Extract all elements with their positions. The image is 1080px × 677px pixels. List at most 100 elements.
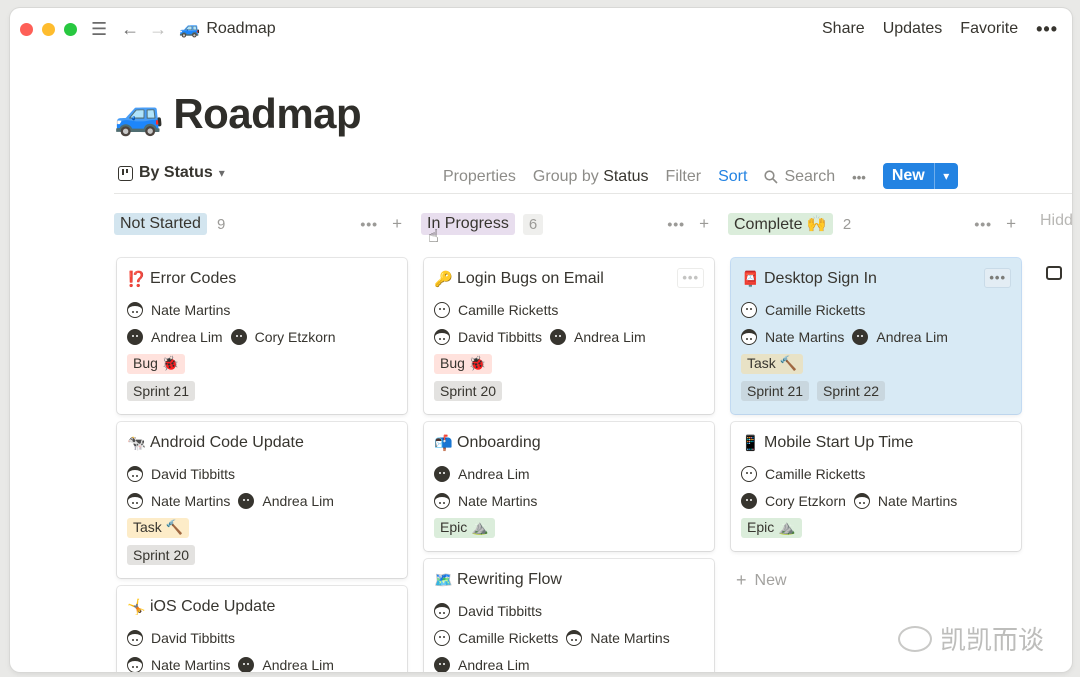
card-emoji-icon: 🔑 bbox=[434, 271, 453, 288]
type-tag: Epic ⛰️ bbox=[741, 517, 802, 538]
card[interactable]: 📬 Onboarding Andrea Lim Nate Martins Epi… bbox=[424, 422, 714, 551]
avatar-icon bbox=[741, 465, 757, 482]
person-name: Camille Ricketts bbox=[458, 301, 559, 318]
sprint-tag: Sprint 20 bbox=[434, 380, 503, 401]
view-options: Properties Group by Status Filter Sort S… bbox=[443, 163, 975, 189]
card-more-icon[interactable]: ••• bbox=[984, 268, 1011, 288]
card[interactable]: ••• 🔑 Login Bugs on Email Camille Ricket… bbox=[424, 258, 714, 414]
type-row: Bug 🐞 bbox=[127, 350, 397, 377]
avatar-icon bbox=[434, 465, 450, 482]
person: David Tibbitts bbox=[127, 629, 236, 646]
column-actions: ••• + bbox=[360, 212, 402, 236]
back-arrow-icon[interactable]: ← bbox=[121, 19, 139, 40]
assignee-row: Nate Martins Andrea Lim bbox=[127, 487, 397, 514]
sort-button[interactable]: Sort bbox=[718, 168, 747, 186]
updates-button[interactable]: Updates bbox=[883, 20, 943, 38]
watermark: 凯凯而谈 bbox=[898, 620, 1044, 657]
card-emoji-icon: 📬 bbox=[434, 435, 453, 452]
column-count: 9 bbox=[216, 215, 226, 233]
card-emoji-icon: 🗺️ bbox=[434, 572, 453, 589]
sprint-tag: Sprint 22 bbox=[817, 380, 886, 401]
new-button[interactable]: New ▾ bbox=[882, 163, 958, 189]
assignee-row: Nate Martins bbox=[127, 296, 397, 323]
person-name: Cory Etzkorn bbox=[254, 328, 336, 345]
sprint-row: Sprint 20 bbox=[127, 541, 397, 568]
avatar-icon bbox=[550, 328, 567, 345]
share-button[interactable]: Share bbox=[822, 20, 865, 38]
column-actions: ••• + bbox=[974, 212, 1016, 236]
card-title: 📱 Mobile Start Up Time bbox=[741, 432, 1011, 454]
person-name: Camille Ricketts bbox=[765, 465, 866, 482]
add-new-card-button[interactable]: + New bbox=[736, 570, 787, 591]
filter-button[interactable]: Filter bbox=[666, 168, 702, 186]
view-switcher[interactable]: By Status ▾ bbox=[118, 164, 225, 182]
assignee-row: Camille Ricketts Nate Martins bbox=[434, 624, 704, 651]
page-title-emoji-icon[interactable]: 🚙 bbox=[114, 91, 164, 138]
add-card-icon[interactable]: + bbox=[392, 214, 402, 234]
assignee-row: Andrea Lim bbox=[434, 651, 704, 672]
column-more-icon[interactable]: ••• bbox=[974, 216, 992, 232]
group-by-button[interactable]: Group by Status bbox=[533, 168, 649, 186]
type-row: Bug 🐞 bbox=[434, 350, 704, 377]
breadcrumb[interactable]: 🚙 Roadmap bbox=[179, 19, 276, 39]
view-more-icon[interactable]: ••• bbox=[852, 170, 866, 185]
column-in-progress: In Progress 6 ••• + ••• 🔑 Login Bugs on … bbox=[421, 212, 714, 672]
card[interactable]: 🤸 iOS Code Update David Tibbitts Nate Ma… bbox=[117, 586, 407, 672]
close-window-button[interactable] bbox=[20, 22, 33, 36]
column-header: Not Started 9 ••• + bbox=[114, 212, 406, 236]
title-bar: ☰ ← → 🚙 Roadmap Share Updates Favorite •… bbox=[10, 8, 1072, 50]
assignee-row: David Tibbitts Andrea Lim bbox=[434, 323, 704, 350]
status-tag[interactable]: Not Started bbox=[114, 213, 207, 235]
avatar-icon bbox=[434, 328, 450, 345]
sprint-tag: Sprint 21 bbox=[741, 380, 810, 401]
status-tag[interactable]: Complete 🙌 bbox=[728, 213, 833, 235]
person: Camille Ricketts bbox=[741, 465, 866, 482]
person: Nate Martins bbox=[127, 492, 230, 509]
favorite-button[interactable]: Favorite bbox=[960, 20, 1018, 38]
card[interactable]: 📱 Mobile Start Up Time Camille Ricketts … bbox=[731, 422, 1021, 551]
card[interactable]: ⁉️ Error Codes Nate Martins Andrea Lim C… bbox=[117, 258, 407, 414]
person-name: Nate Martins bbox=[458, 492, 538, 509]
minimize-window-button[interactable] bbox=[42, 22, 55, 36]
zoom-window-button[interactable] bbox=[64, 22, 77, 36]
type-tag: Epic ⛰️ bbox=[434, 517, 495, 538]
more-options-icon[interactable]: ••• bbox=[1036, 19, 1058, 40]
view-label: By Status bbox=[139, 164, 213, 181]
plus-icon: + bbox=[736, 570, 747, 590]
page-title[interactable]: 🚙 Roadmap bbox=[114, 90, 362, 138]
sprint-tag: Sprint 21 bbox=[127, 380, 196, 401]
card-emoji-icon: 📱 bbox=[741, 435, 760, 452]
assignee-row: Camille Ricketts bbox=[741, 460, 1011, 487]
card-title: 📬 Onboarding bbox=[434, 432, 704, 454]
person: Nate Martins bbox=[566, 629, 670, 646]
assignee-row: Nate Martins Andrea Lim bbox=[741, 323, 1011, 350]
sidebar-menu-icon[interactable]: ☰ bbox=[91, 19, 107, 40]
card[interactable]: 🐄 Android Code Update David Tibbitts Nat… bbox=[117, 422, 407, 578]
card-selected[interactable]: ••• 📮 Desktop Sign In Camille Ricketts N… bbox=[731, 258, 1021, 414]
new-button-label[interactable]: New bbox=[882, 163, 934, 189]
card-emoji-icon: 🤸 bbox=[127, 599, 146, 616]
type-tag: Bug 🐞 bbox=[127, 353, 186, 374]
column-more-icon[interactable]: ••• bbox=[360, 216, 378, 232]
card[interactable]: 🗺️ Rewriting Flow David Tibbitts Camille… bbox=[424, 559, 714, 672]
group-by-prefix: Group by bbox=[532, 168, 599, 185]
properties-button[interactable]: Properties bbox=[443, 168, 516, 186]
search-button[interactable]: Search bbox=[764, 168, 835, 186]
person-name: David Tibbitts bbox=[151, 465, 236, 482]
inbox-icon[interactable] bbox=[1046, 266, 1062, 280]
add-card-icon[interactable]: + bbox=[1006, 214, 1016, 234]
column-more-icon[interactable]: ••• bbox=[667, 216, 685, 232]
card-emoji-icon: ⁉️ bbox=[127, 271, 146, 288]
add-card-icon[interactable]: + bbox=[699, 214, 709, 234]
person-name: Nate Martins bbox=[765, 328, 845, 345]
person-name: David Tibbitts bbox=[151, 629, 236, 646]
hidden-columns-label[interactable]: Hidd bbox=[1040, 212, 1072, 230]
avatar-icon bbox=[741, 301, 757, 318]
new-dropdown-chevron-icon[interactable]: ▾ bbox=[933, 163, 958, 189]
forward-arrow-icon[interactable]: → bbox=[149, 19, 167, 40]
assignee-row: Camille Ricketts bbox=[434, 296, 704, 323]
card-more-icon[interactable]: ••• bbox=[677, 268, 704, 288]
assignee-row: Cory Etzkorn Nate Martins bbox=[741, 487, 1011, 514]
column-actions: ••• + bbox=[667, 212, 709, 236]
page-title-text[interactable]: Roadmap bbox=[173, 90, 361, 138]
